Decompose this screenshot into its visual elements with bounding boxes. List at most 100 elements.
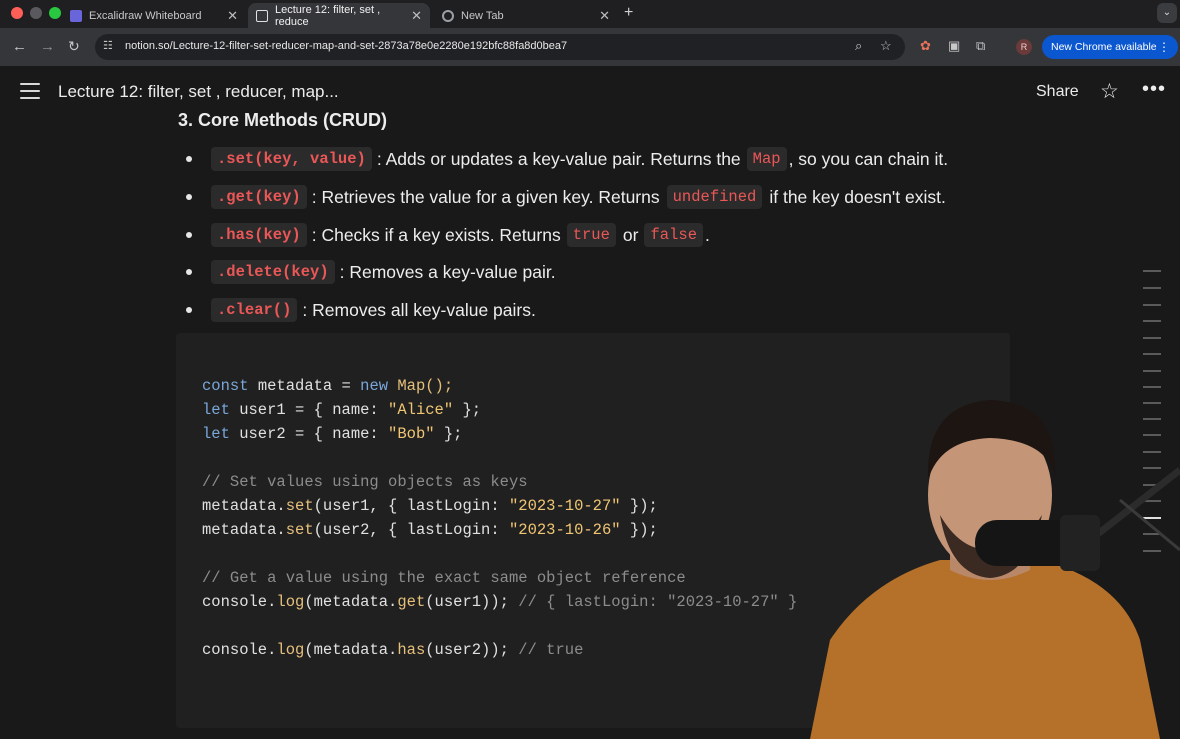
zoom-icon[interactable]: ⌕ <box>855 38 862 54</box>
password-lock-icon[interactable]: ▣ <box>948 38 960 54</box>
minimize-window-button[interactable] <box>30 7 42 19</box>
close-icon[interactable]: ✕ <box>599 8 610 24</box>
chrome-update-button[interactable]: New Chrome available ⋮ <box>1042 35 1178 59</box>
code-token: let <box>202 425 230 443</box>
outline-mark[interactable] <box>1143 287 1161 289</box>
code-token: }; <box>434 425 463 443</box>
code-token: const <box>202 377 249 395</box>
code-token: "Alice" <box>388 401 454 419</box>
inline-code: .clear() <box>211 298 298 322</box>
code-token: new <box>360 377 389 395</box>
inline-code: false <box>644 223 703 247</box>
outline-mark[interactable] <box>1143 353 1161 355</box>
mic-arm <box>1087 467 1180 543</box>
code-token: Map(); <box>388 377 454 395</box>
code-comment: // Get a value using the exact same obje… <box>202 569 686 587</box>
more-vert-icon: ⋮ <box>1158 40 1170 54</box>
outline-mark[interactable] <box>1143 337 1161 339</box>
code-line: metadata.set(user2, { lastLogin: "2023-1… <box>202 521 658 539</box>
bookmark-star-icon[interactable]: ☆ <box>880 38 892 54</box>
outline-mark[interactable] <box>1143 320 1161 322</box>
code-line: let user2 = { name: "Bob" }; <box>202 425 462 443</box>
reload-icon[interactable]: ↻ <box>68 38 80 55</box>
extension-icon[interactable]: ✿ <box>920 38 931 54</box>
share-button[interactable]: Share <box>1036 83 1079 101</box>
code-token: (metadata. <box>304 641 398 659</box>
inline-code: .delete(key) <box>211 260 335 284</box>
code-token: metadata. <box>202 521 286 539</box>
forward-icon[interactable]: → <box>40 38 55 55</box>
page-title[interactable]: Lecture 12: filter, set , reducer, map..… <box>58 82 339 102</box>
code-token: }; <box>453 401 482 419</box>
code-token: console. <box>202 593 277 611</box>
site-info-icon[interactable]: ☷ <box>103 39 117 53</box>
section-heading: 3. Core Methods (CRUD) <box>178 110 388 130</box>
tab-lecture-12[interactable]: Lecture 12: filter, set , reduce ✕ <box>248 3 430 28</box>
outline-mark[interactable] <box>1143 304 1161 306</box>
outline-mark[interactable] <box>1143 270 1161 272</box>
close-icon[interactable]: ✕ <box>411 8 422 24</box>
bullet-icon <box>186 194 192 200</box>
code-line: console.log(metadata.get(user1)); // { l… <box>202 593 797 611</box>
code-line: metadata.set(user1, { lastLogin: "2023-1… <box>202 497 658 515</box>
tab-label: New Tab <box>461 9 504 22</box>
hamburger-menu-icon[interactable] <box>20 83 40 99</box>
code-token: user2 = { name: <box>229 425 389 443</box>
code-token: log <box>276 641 305 659</box>
code-line: let user1 = { name: "Alice" }; <box>202 401 481 419</box>
code-token: metadata = <box>248 377 361 395</box>
list-item-text: : Removes all key-value pairs. <box>302 299 536 320</box>
code-line: const metadata = new Map(); <box>202 377 453 395</box>
code-token: // true <box>518 641 584 659</box>
bullet-icon <box>186 232 192 238</box>
list-item-text: : Checks if a key exists. Returns <box>311 224 561 245</box>
back-icon[interactable]: ← <box>12 38 27 55</box>
inline-code: .has(key) <box>211 223 307 247</box>
webcam-overlay <box>810 400 1180 739</box>
mic-mount <box>1060 515 1100 571</box>
code-token: metadata. <box>202 497 286 515</box>
notion-icon <box>256 9 268 22</box>
presenter-shirt <box>810 560 1160 739</box>
excalidraw-icon <box>70 9 82 22</box>
bullet-icon <box>186 156 192 162</box>
profile-avatar[interactable]: R <box>1016 39 1032 55</box>
tab-search-button[interactable]: ⌄ <box>1157 3 1177 23</box>
code-token: }); <box>620 521 658 539</box>
browser-tab-strip: Excalidraw Whiteboard ✕ Lecture 12: filt… <box>0 0 1180 28</box>
inline-code: true <box>566 223 616 247</box>
list-item: .set(key, value) : Adds or updates a key… <box>186 145 948 173</box>
list-item: .has(key) : Checks if a key exists. Retu… <box>186 221 710 249</box>
bullet-icon <box>186 307 192 313</box>
list-item: .get(key) : Retrieves the value for a gi… <box>186 183 946 211</box>
list-item-text: or <box>622 224 639 245</box>
list-item-text: : Removes a key-value pair. <box>339 261 556 282</box>
list-item-text: : Adds or updates a key-value pair. Retu… <box>376 148 741 169</box>
list-item: .clear() : Removes all key-value pairs. <box>186 296 536 324</box>
tab-excalidraw[interactable]: Excalidraw Whiteboard ✕ <box>62 3 246 28</box>
maximize-window-button[interactable] <box>49 7 61 19</box>
code-token: get <box>397 593 426 611</box>
outline-mark[interactable] <box>1143 370 1161 372</box>
list-item-text: , so you can chain it. <box>788 148 949 169</box>
tab-label: Lecture 12: filter, set , reduce <box>275 3 381 28</box>
new-tab-button[interactable]: + <box>624 4 633 22</box>
inline-code: .set(key, value) <box>211 147 372 171</box>
favorite-star-icon[interactable]: ☆ <box>1100 79 1119 104</box>
more-options-icon[interactable]: ••• <box>1142 78 1166 101</box>
tab-new-tab[interactable]: New Tab ✕ <box>434 3 618 28</box>
code-token: console. <box>202 641 277 659</box>
code-token: "2023-10-27" <box>508 497 621 515</box>
code-token: set <box>285 521 314 539</box>
close-window-button[interactable] <box>11 7 23 19</box>
code-token: (user2, { lastLogin: <box>313 521 509 539</box>
list-item-text: if the key doesn't exist. <box>769 186 946 207</box>
code-line: console.log(metadata.has(user2)); // tru… <box>202 641 583 659</box>
code-token: "Bob" <box>388 425 435 443</box>
url-text[interactable]: notion.so/Lecture-12-filter-set-reducer-… <box>125 40 567 52</box>
extensions-puzzle-icon[interactable]: ⧉ <box>976 38 985 54</box>
code-token: (user1)); <box>425 593 519 611</box>
code-token: "2023-10-26" <box>508 521 621 539</box>
close-icon[interactable]: ✕ <box>227 8 238 24</box>
inline-code: Map <box>746 147 787 171</box>
